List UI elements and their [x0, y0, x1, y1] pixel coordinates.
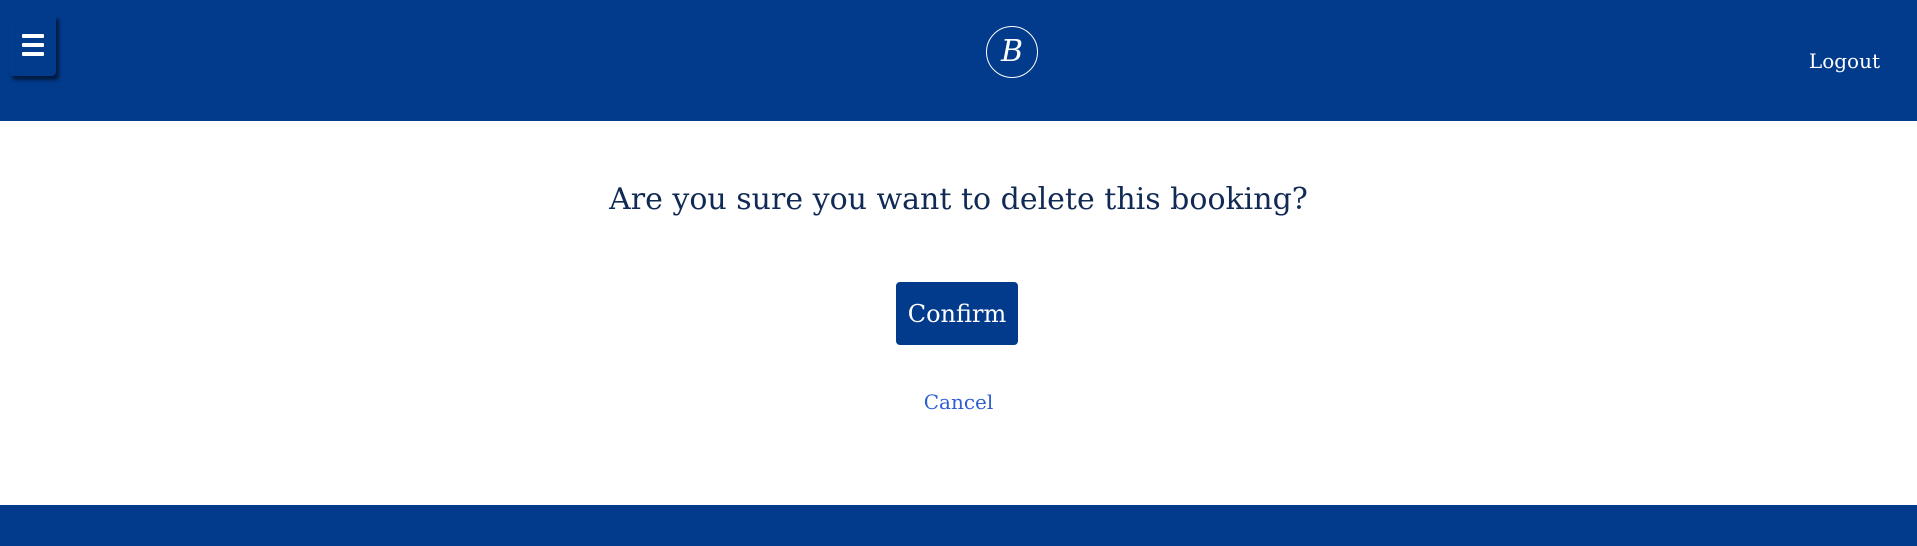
logout-link[interactable]: Logout [1809, 50, 1880, 72]
delete-confirmation-question: Are you sure you want to delete this boo… [609, 182, 1308, 217]
page-footer [0, 505, 1917, 546]
confirm-button[interactable]: Confirm [896, 282, 1018, 345]
logo-letter: B [1000, 34, 1024, 69]
cancel-link[interactable]: Cancel [0, 390, 1917, 414]
hamburger-menu-icon [21, 34, 44, 56]
brand-logo[interactable]: B [986, 26, 1038, 78]
top-header: B Logout [0, 0, 1917, 121]
menu-button[interactable] [9, 14, 56, 76]
